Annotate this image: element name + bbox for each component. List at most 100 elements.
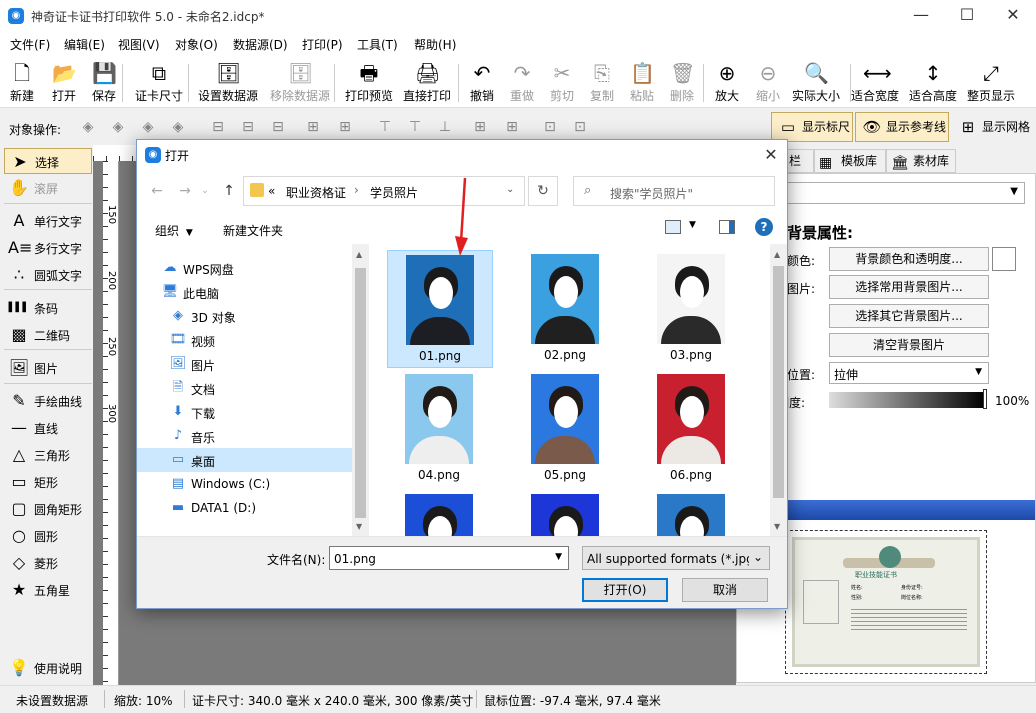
nav-item-downloads[interactable]: ⬇ 下载: [137, 400, 352, 424]
chevron-down-icon[interactable]: ▼: [689, 220, 696, 230]
chevron-down-icon[interactable]: ▼: [555, 552, 562, 562]
menu-item[interactable]: 对象(O): [175, 36, 218, 53]
scroll-down-icon[interactable]: ▼: [774, 522, 780, 531]
tab-properties[interactable]: 栏: [784, 149, 814, 173]
tool-barcode[interactable]: ▌▌▌ 条码: [4, 295, 92, 321]
nav-item-cloud[interactable]: ☁ WPS网盘: [137, 256, 352, 280]
opacity-slider-handle[interactable]: [983, 389, 987, 409]
nav-scroll-thumb[interactable]: [355, 268, 366, 518]
card-size-button[interactable]: ⧉ 证卡尺寸: [130, 59, 188, 105]
remove-database-button[interactable]: 🗄 移除数据源: [264, 59, 336, 105]
breadcrumb-overflow[interactable]: «: [268, 184, 275, 198]
file-thumbnail[interactable]: 04.png: [387, 370, 493, 488]
align-top-icon[interactable]: ⊤: [375, 117, 395, 137]
minimize-button[interactable]: —: [898, 0, 944, 32]
cut-button[interactable]: ✂ 剪切: [544, 59, 580, 105]
nav-item-drive-c[interactable]: ▤ Windows (C:): [137, 472, 352, 496]
filename-input[interactable]: 01.png ▼: [329, 546, 569, 570]
tool-single-line-text[interactable]: A 单行文字: [4, 208, 92, 234]
paste-button[interactable]: 📋 粘贴: [624, 59, 660, 105]
opacity-slider[interactable]: [829, 392, 985, 408]
chevron-down-icon[interactable]: ⌄: [506, 184, 514, 195]
save-button[interactable]: 💾 保存: [86, 59, 122, 105]
tool-diamond[interactable]: ◇ 菱形: [4, 550, 92, 576]
position-select[interactable]: 拉伸 ▼: [829, 362, 989, 384]
scroll-up-icon[interactable]: ▲: [356, 250, 362, 259]
file-thumbnail[interactable]: 02.png: [513, 250, 619, 368]
print-preview-button[interactable]: 🖶 打印预览: [341, 59, 397, 105]
dialog-close-button[interactable]: ✕: [757, 142, 785, 168]
align-right-icon[interactable]: ⊟: [268, 117, 288, 137]
tool-multi-line-text[interactable]: A≡ 多行文字: [4, 235, 92, 261]
menu-item[interactable]: 数据源(D): [233, 36, 288, 53]
file-thumbnail[interactable]: 03.png: [639, 250, 745, 368]
files-scroll-thumb[interactable]: [773, 266, 784, 498]
file-thumbnail[interactable]: 06.png: [639, 370, 745, 488]
tool-pointer[interactable]: ➤ 选择: [4, 148, 92, 174]
cancel-button[interactable]: 取消: [682, 578, 768, 602]
undo-button[interactable]: ↶ 撤销: [464, 59, 500, 105]
fit-height-button[interactable]: ↕ 适合高度: [905, 59, 961, 105]
align-left-icon[interactable]: ⊟: [208, 117, 228, 137]
tool-triangle[interactable]: △ 三角形: [4, 442, 92, 468]
recent-dropdown-icon[interactable]: ⌄: [199, 181, 211, 201]
file-thumbnail[interactable]: 05.png: [513, 370, 619, 488]
forward-arrow-icon[interactable]: →: [175, 181, 195, 201]
align-bottom-icon[interactable]: ⊥: [435, 117, 455, 137]
redo-button[interactable]: ↷ 重做: [504, 59, 540, 105]
tool-star[interactable]: ★ 五角星: [4, 577, 92, 603]
help-icon[interactable]: ?: [755, 218, 773, 236]
menu-item[interactable]: 文件(F): [10, 36, 50, 53]
group-icon[interactable]: ⊡: [540, 117, 560, 137]
show-grid-toggle[interactable]: ⊞ 显示网格: [951, 112, 1033, 142]
up-arrow-icon[interactable]: ↑: [219, 181, 239, 201]
preview-pane-icon[interactable]: [719, 220, 735, 234]
show-guides-toggle[interactable]: 👁 显示参考线: [855, 112, 949, 142]
nav-item-video[interactable]: 🎞 视频: [137, 328, 352, 352]
breadcrumb-item[interactable]: 职业资格证: [286, 184, 346, 201]
tab-template-library[interactable]: ▦ 模板库: [814, 149, 886, 173]
new-file-button[interactable]: 🗋 新建: [4, 59, 40, 105]
close-button[interactable]: ✕: [990, 0, 1036, 32]
maximize-button[interactable]: ☐: [944, 0, 990, 32]
layer-up-icon[interactable]: ◈: [78, 117, 98, 137]
refresh-button[interactable]: ↻: [528, 176, 558, 206]
align-middle-icon[interactable]: ⊤: [405, 117, 425, 137]
layer-bottom-icon[interactable]: ◈: [168, 117, 188, 137]
nav-item-pictures[interactable]: 🖼 图片: [137, 352, 352, 376]
scroll-up-icon[interactable]: ▲: [774, 250, 780, 259]
layer-top-icon[interactable]: ◈: [108, 117, 128, 137]
filetype-select[interactable]: All supported formats (*.jpg, ⌄: [582, 546, 770, 570]
distribute-h-icon[interactable]: ⊞: [303, 117, 323, 137]
layer-down-icon[interactable]: ◈: [138, 117, 158, 137]
actual-size-button[interactable]: 🔍 实际大小: [788, 59, 844, 105]
nav-scrollbar[interactable]: ▲ ▼: [352, 244, 369, 536]
same-height-icon[interactable]: ⊞: [502, 117, 522, 137]
align-center-icon[interactable]: ⊟: [238, 117, 258, 137]
tab-asset-library[interactable]: 🏛 素材库: [886, 149, 956, 173]
tool-rectangle[interactable]: ▭ 矩形: [4, 469, 92, 495]
same-width-icon[interactable]: ⊞: [335, 117, 355, 137]
tool-rounded-rectangle[interactable]: ▢ 圆角矩形: [4, 496, 92, 522]
bg-color-button[interactable]: 背景颜色和透明度...: [829, 247, 989, 271]
address-bar[interactable]: « 职业资格证 › 学员照片 ⌄: [243, 176, 525, 206]
delete-button[interactable]: 🗑 删除: [664, 59, 700, 105]
nav-item-3d-objects[interactable]: ◈ 3D 对象: [137, 304, 352, 328]
menu-item[interactable]: 编辑(E): [64, 36, 105, 53]
tool-hand[interactable]: ✋ 滚屏: [4, 175, 92, 201]
menu-item[interactable]: 帮助(H): [414, 36, 456, 53]
tool-arc-text[interactable]: ∴ 圆弧文字: [4, 262, 92, 288]
object-select[interactable]: ▼: [785, 182, 1025, 204]
nav-item-music[interactable]: ♪ 音乐: [137, 424, 352, 448]
distribute-v-icon[interactable]: ⊞: [470, 117, 490, 137]
nav-item-desktop[interactable]: ▭ 桌面: [137, 448, 352, 472]
print-button[interactable]: 🖨 直接打印: [398, 59, 456, 105]
database-button[interactable]: 🗄 设置数据源: [194, 59, 262, 105]
ungroup-icon[interactable]: ⊡: [570, 117, 590, 137]
tool-pen[interactable]: ✎ 手绘曲线: [4, 388, 92, 414]
breadcrumb-item[interactable]: 学员照片: [370, 184, 418, 201]
back-arrow-icon[interactable]: ←: [147, 181, 167, 201]
clear-bg-image-button[interactable]: 清空背景图片: [829, 333, 989, 357]
nav-item-drive-d[interactable]: ▬ DATA1 (D:): [137, 496, 352, 520]
tool-line[interactable]: — 直线: [4, 415, 92, 441]
